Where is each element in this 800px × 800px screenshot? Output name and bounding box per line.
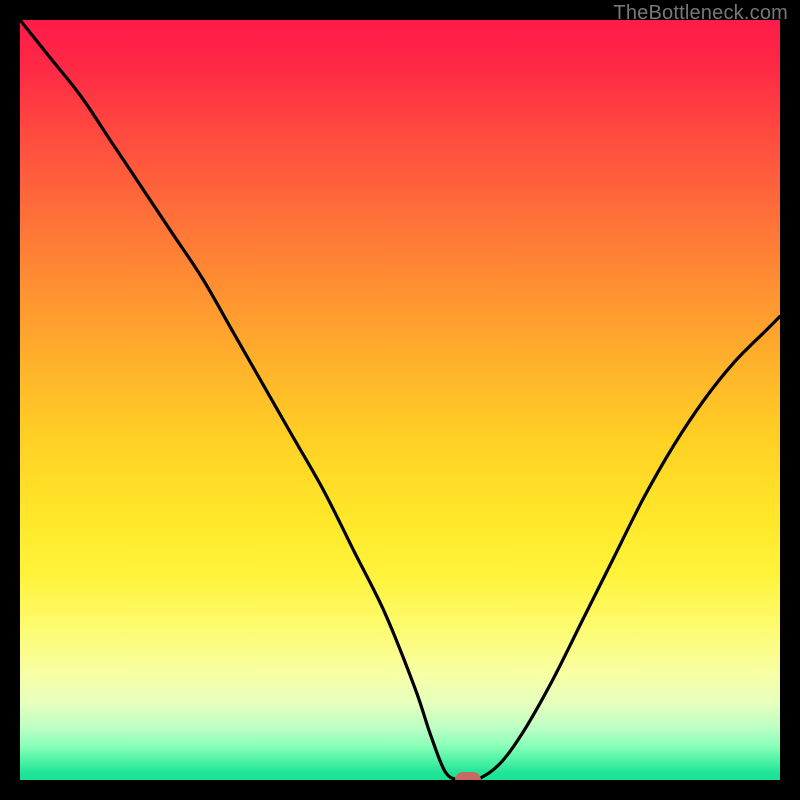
watermark-text: TheBottleneck.com: [613, 2, 788, 25]
plot-area: [20, 20, 780, 780]
optimal-point-marker: [455, 772, 481, 780]
chart-frame: TheBottleneck.com: [0, 0, 800, 800]
bottleneck-curve: [20, 20, 780, 780]
